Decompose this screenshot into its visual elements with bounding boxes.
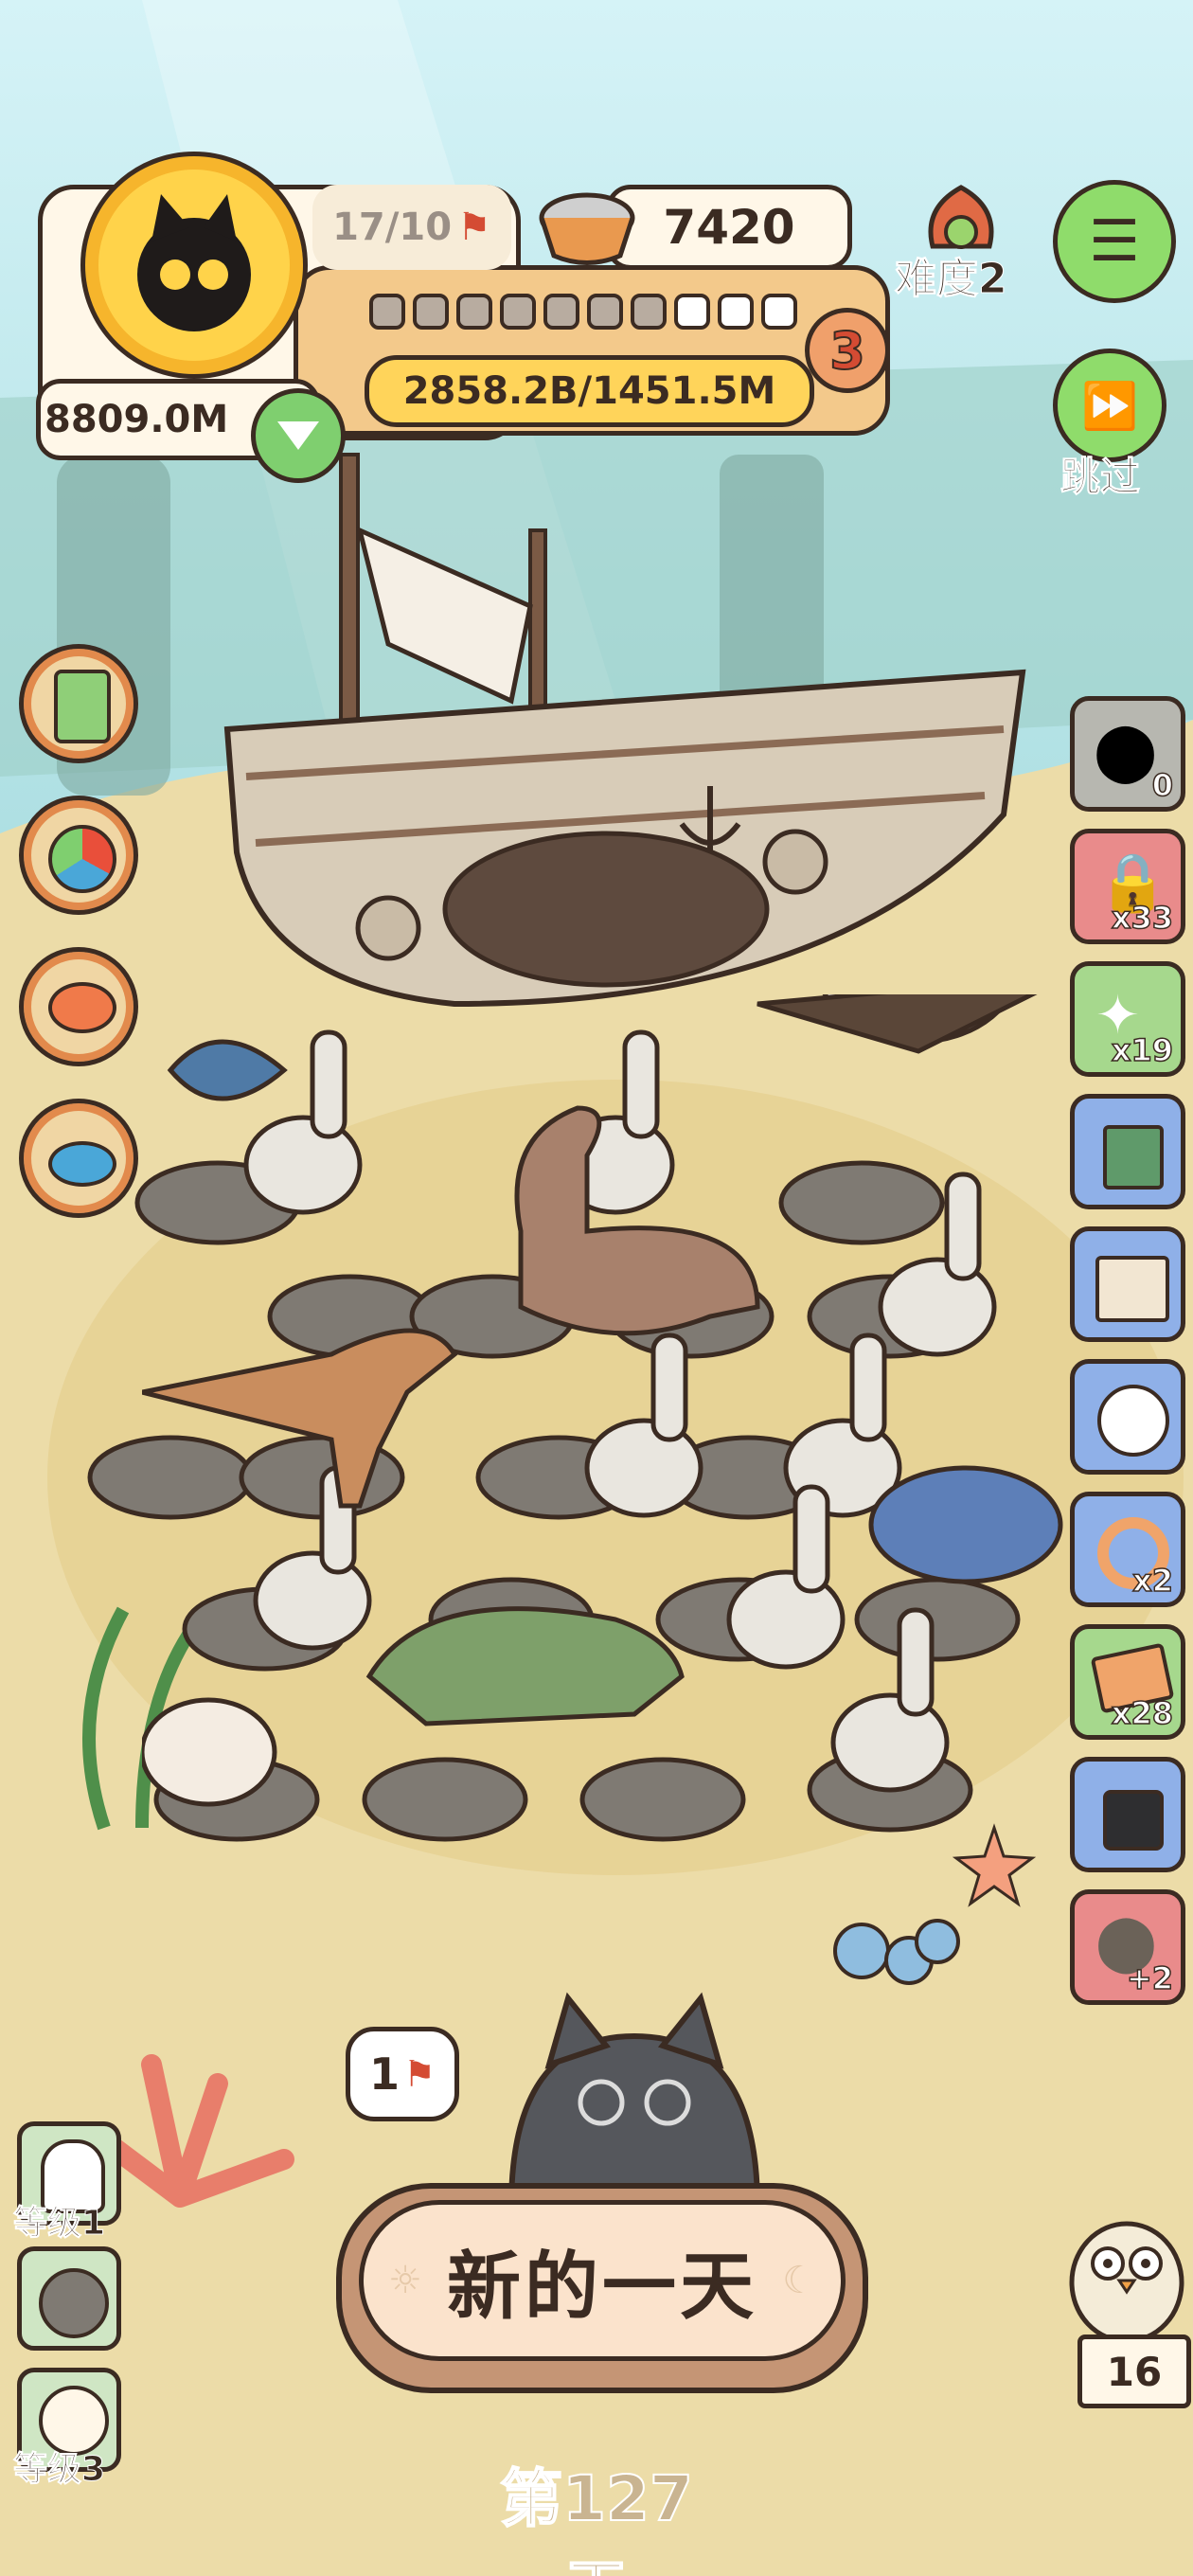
owl-counter-value: 16: [1106, 2348, 1163, 2395]
skip-label[interactable]: 跳过: [1059, 445, 1140, 503]
flags-counter: 17/10 ⚑: [312, 185, 511, 270]
game-scene: 17/10 ⚑ 7420 3 2858.2B/1451.5M 8809.0M 难…: [0, 0, 1193, 2576]
segment: [674, 294, 710, 330]
goldfish-button[interactable]: [19, 947, 138, 1066]
level-1-label: 等级1: [12, 2204, 106, 2244]
stage-badge: 3: [805, 308, 890, 393]
item-tile-bone[interactable]: ✦ x19: [1070, 961, 1185, 1077]
chevron-down-icon: [277, 421, 319, 450]
segment: [500, 294, 536, 330]
beach-ball-icon: [48, 825, 116, 893]
flags-bubble[interactable]: 1 ⚑: [346, 2027, 459, 2121]
crate-icon: [1095, 1256, 1169, 1322]
item-badge: +2: [1126, 1959, 1174, 1997]
coin-counter: 7420: [606, 185, 852, 270]
moon-icon: ☾: [782, 2259, 816, 2302]
plunger-toy-button[interactable]: [19, 1099, 138, 1218]
item-tile-donut[interactable]: x2: [1070, 1492, 1185, 1607]
shipwreck: [223, 453, 1026, 1008]
new-day-label: 新的一天: [446, 2245, 757, 2330]
list-icon: ☰: [1089, 208, 1140, 275]
level-2-button[interactable]: [17, 2246, 121, 2351]
segment: [718, 294, 754, 330]
stones-icon: ⬤: [1094, 718, 1158, 784]
beach-ball-button[interactable]: [19, 796, 138, 915]
fast-forward-icon: ⏩: [1081, 379, 1138, 433]
segment: [761, 294, 797, 330]
food-bowl-icon: [539, 192, 635, 265]
cat-owner: [507, 1992, 761, 2207]
wallet-value: 8809.0M: [45, 398, 229, 441]
goldfish-icon: [48, 982, 116, 1033]
item-badge: x33: [1111, 899, 1174, 937]
stage-segments: [369, 294, 797, 330]
new-day-button[interactable]: ☼ 新的一天 ☾: [336, 2183, 868, 2393]
item-tile-lock-bag[interactable]: 🔒 x33: [1070, 829, 1185, 944]
segment: [631, 294, 667, 330]
item-badge: x2: [1131, 1562, 1173, 1600]
mole-icon: [39, 2268, 109, 2338]
sun-icon: ☼: [388, 2259, 422, 2302]
flag-icon: ⚑: [457, 206, 491, 249]
segment: [369, 294, 405, 330]
item-badge: x28: [1111, 1694, 1174, 1732]
handheld-console-button[interactable]: [19, 644, 138, 763]
item-tile-bucket[interactable]: [1070, 1094, 1185, 1209]
black-cat-icon: [137, 194, 251, 331]
segment: [413, 294, 449, 330]
item-tile-stones[interactable]: ⬤ 0: [1070, 696, 1185, 812]
new-day-button-face: ☼ 新的一天 ☾: [359, 2200, 846, 2361]
item-tile-camera[interactable]: [1070, 1757, 1185, 1872]
handheld-console-icon: [54, 670, 111, 743]
stage-badge-value: 3: [828, 320, 866, 382]
player-avatar[interactable]: [80, 152, 308, 379]
progress-bar: 2858.2B/1451.5M: [365, 355, 814, 427]
bubble-value: 1: [368, 2048, 400, 2100]
flags-value: 17/10: [332, 206, 453, 249]
bucket-icon: [1103, 1125, 1164, 1190]
progress-text: 2858.2B/1451.5M: [402, 369, 776, 413]
camera-icon: [1103, 1790, 1164, 1851]
owl-counter: 16: [1077, 2334, 1191, 2408]
flag-icon: ⚑: [402, 2053, 436, 2095]
item-tile-stones-plus[interactable]: ⬤ +2: [1070, 1889, 1185, 2005]
item-tile-sheep[interactable]: [1070, 1359, 1185, 1475]
sheep-icon: [1097, 1385, 1169, 1457]
item-badge: 0: [1151, 766, 1174, 804]
item-tile-ticket[interactable]: x28: [1070, 1624, 1185, 1740]
animals: [142, 994, 1063, 1807]
segment: [543, 294, 579, 330]
menu-button[interactable]: ☰: [1053, 180, 1176, 303]
coins-value: 7420: [663, 200, 795, 255]
level-3-label: 等级3: [12, 2450, 106, 2490]
expand-button[interactable]: [251, 388, 346, 483]
owl-icon[interactable]: [1060, 2197, 1193, 2349]
plunger-toy-icon: [48, 1141, 116, 1187]
segment: [456, 294, 492, 330]
difficulty-label[interactable]: 难度2: [895, 244, 1008, 305]
item-badge: x19: [1111, 1031, 1174, 1069]
item-tile-crate[interactable]: [1070, 1226, 1185, 1342]
segment: [587, 294, 623, 330]
day-label: 第127天: [499, 2461, 694, 2576]
